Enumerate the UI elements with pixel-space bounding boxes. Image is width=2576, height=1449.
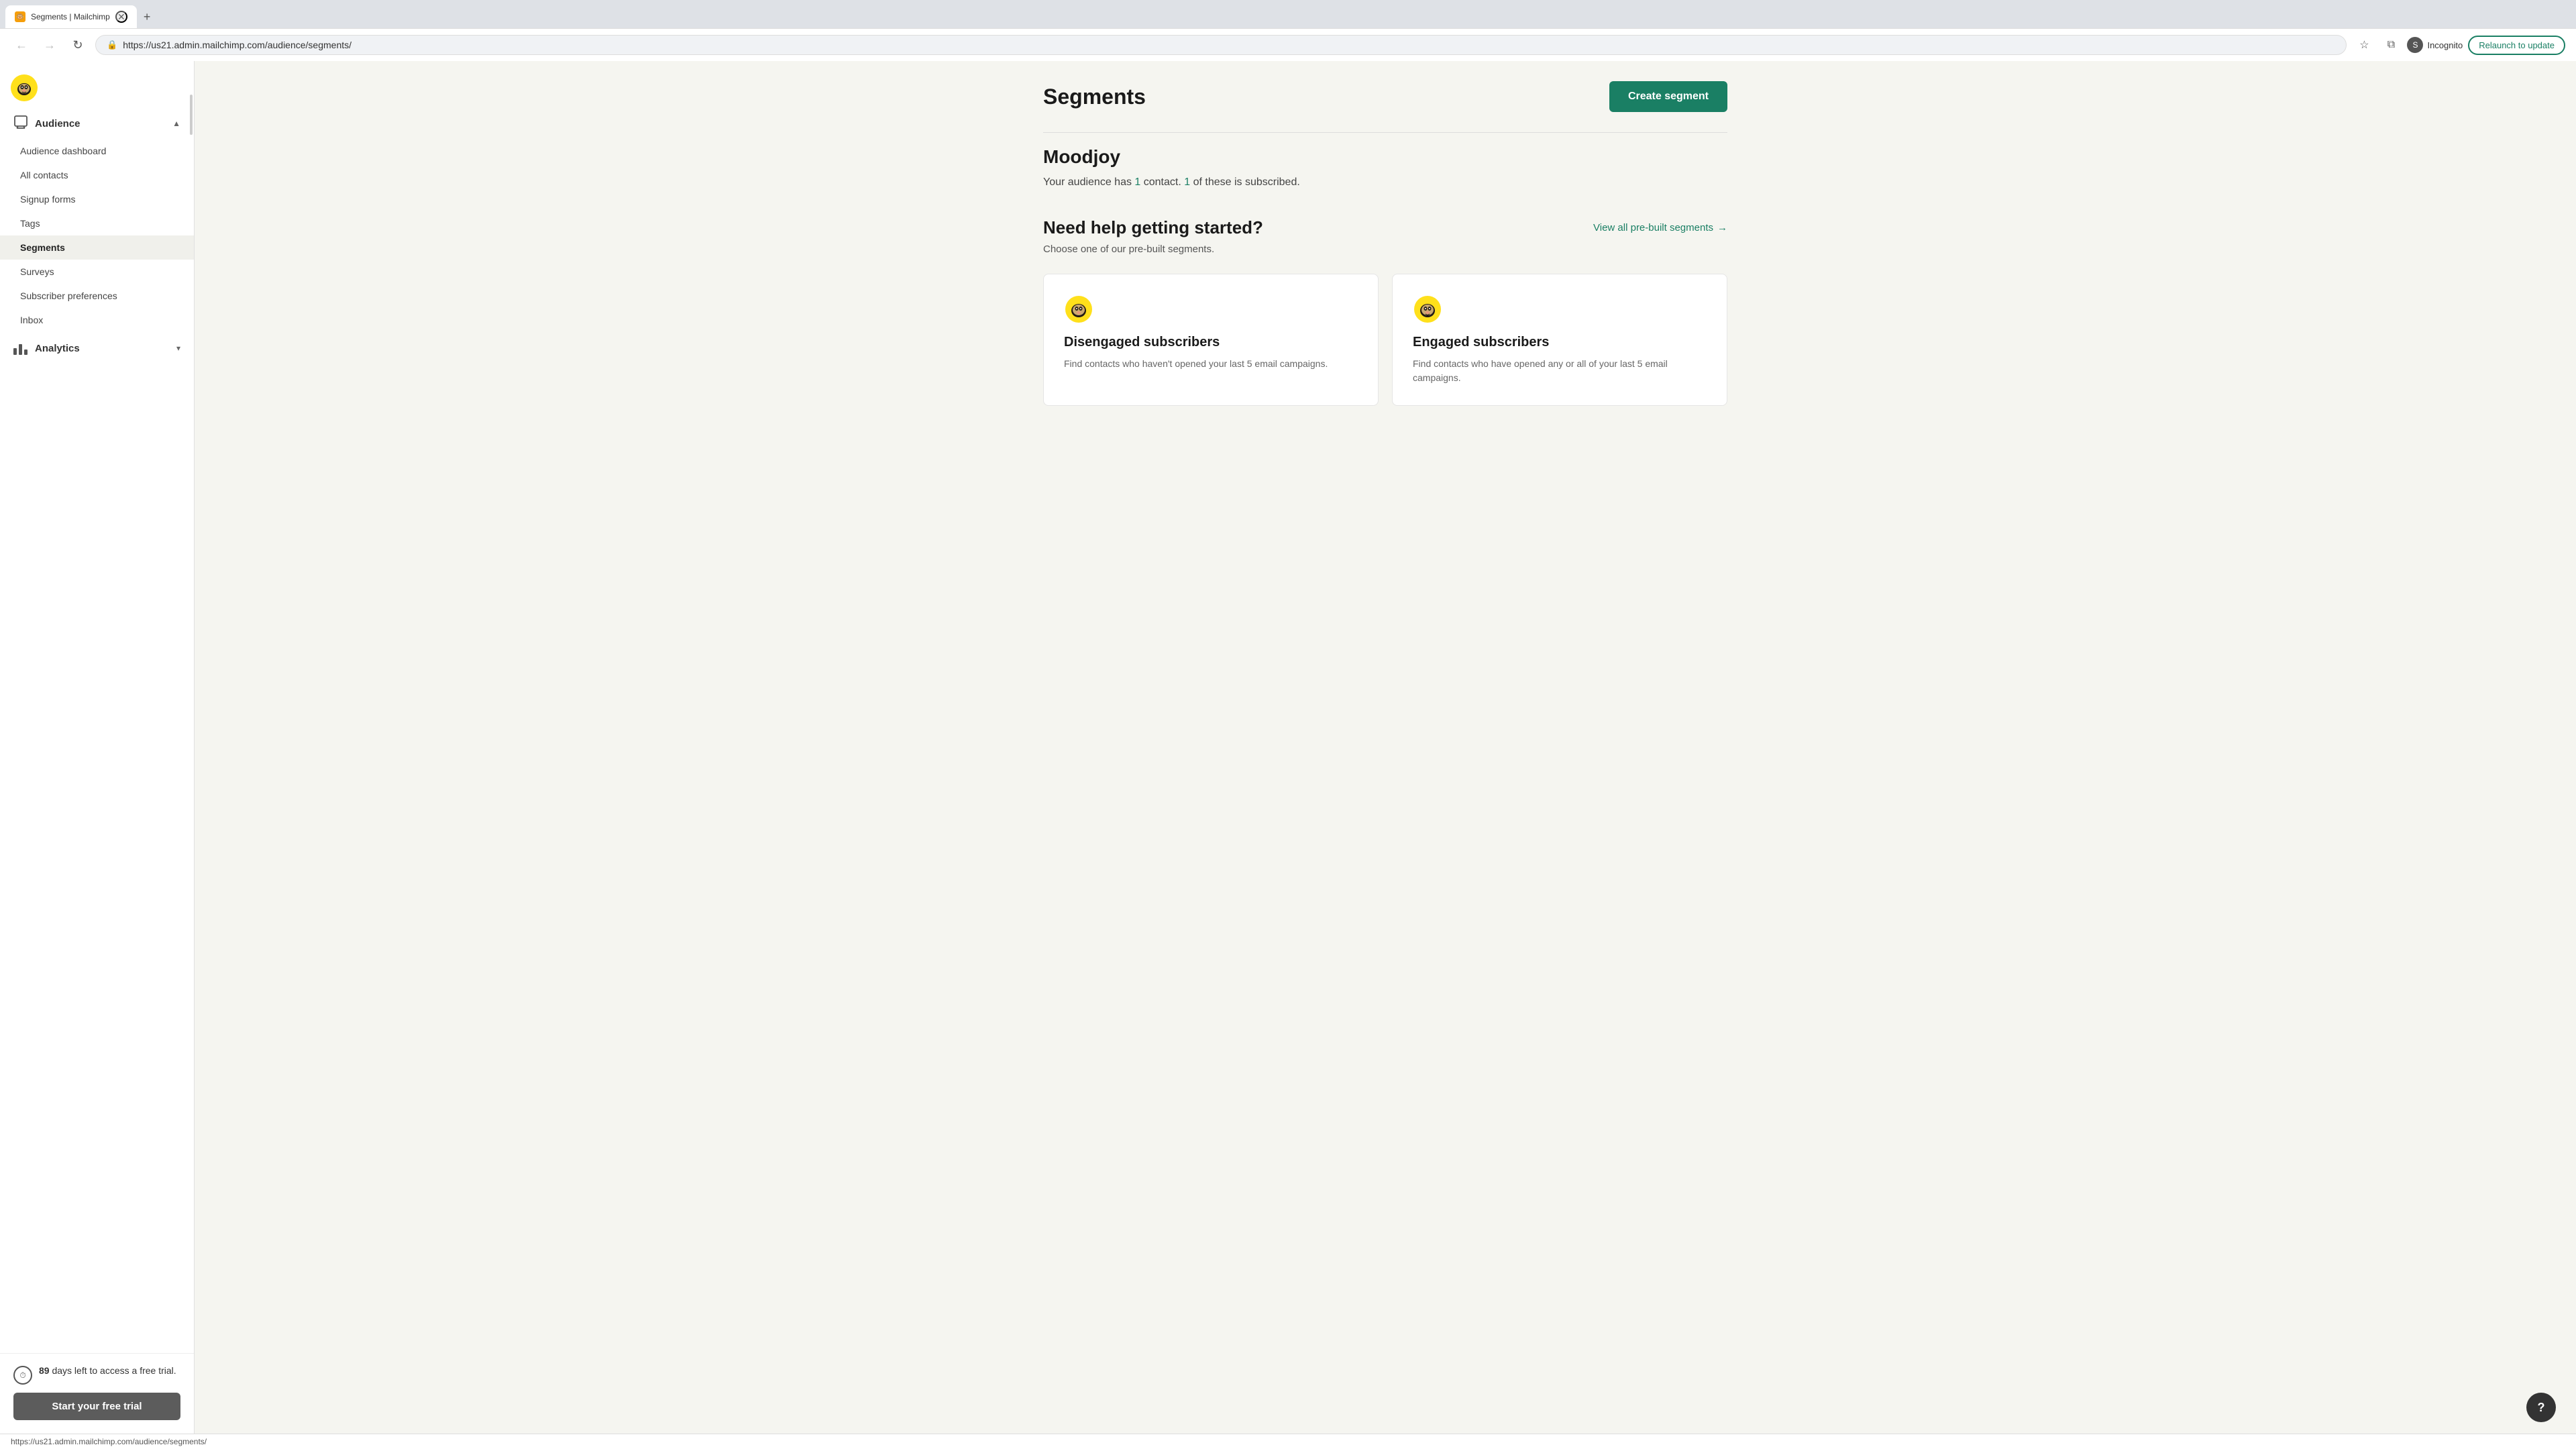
page-header: Segments Create segment <box>1043 81 1727 112</box>
lock-icon: 🔒 <box>107 40 117 50</box>
segment-card-engaged[interactable]: Engaged subscribers Find contacts who ha… <box>1392 274 1727 406</box>
header-divider <box>1043 132 1727 133</box>
extensions-button[interactable]: ⧉ <box>2380 34 2402 56</box>
refresh-button[interactable]: ↻ <box>67 34 89 56</box>
audience-name: Moodjoy <box>1043 146 1727 168</box>
trial-text: 89 days left to access a free trial. <box>39 1364 176 1378</box>
view-all-label: View all pre-built segments <box>1593 222 1713 233</box>
engaged-card-icon <box>1413 294 1442 324</box>
tab-title: Segments | Mailchimp <box>31 12 110 21</box>
help-section: Need help getting started? View all pre-… <box>1043 217 1727 406</box>
audience-chevron-icon: ▲ <box>172 119 180 128</box>
audience-icon <box>13 115 28 132</box>
nav-actions: ☆ ⧉ S Incognito Relaunch to update <box>2353 34 2565 56</box>
browser-chrome: 🐵 Segments | Mailchimp ✕ + ← → ↻ 🔒 ☆ ⧉ S… <box>0 0 2576 61</box>
sidebar-item-segments[interactable]: Segments <box>0 235 194 260</box>
sidebar-scroll: Audience ▲ Audience dashboard All contac… <box>0 108 194 1353</box>
sidebar: Audience ▲ Audience dashboard All contac… <box>0 61 195 1434</box>
audience-description: Your audience has 1 contact. 1 of these … <box>1043 174 1727 191</box>
main-content: Segments Create segment Moodjoy Your aud… <box>195 61 2576 1434</box>
page-title: Segments <box>1043 85 1146 109</box>
bookmark-button[interactable]: ☆ <box>2353 34 2375 56</box>
app: Audience ▲ Audience dashboard All contac… <box>0 61 2576 1434</box>
tab-bar: 🐵 Segments | Mailchimp ✕ + <box>0 0 2576 28</box>
status-bar: https://us21.admin.mailchimp.com/audienc… <box>0 1434 2576 1449</box>
contact-count-link[interactable]: 1 <box>1134 176 1140 188</box>
sidebar-section-audience: Audience ▲ Audience dashboard All contac… <box>0 108 194 332</box>
engaged-card-title: Engaged subscribers <box>1413 335 1707 350</box>
view-all-link[interactable]: View all pre-built segments → <box>1593 222 1727 233</box>
incognito-badge: S Incognito <box>2407 37 2463 53</box>
sidebar-item-signup-forms[interactable]: Signup forms <box>0 187 194 211</box>
incognito-label: Incognito <box>2427 40 2463 50</box>
audience-section-header[interactable]: Audience ▲ <box>0 108 194 139</box>
segment-cards: Disengaged subscribers Find contacts who… <box>1043 274 1727 406</box>
new-tab-button[interactable]: + <box>138 6 156 28</box>
engaged-card-desc: Find contacts who have opened any or all… <box>1413 357 1707 385</box>
analytics-icon <box>13 341 28 355</box>
sidebar-item-audience-dashboard[interactable]: Audience dashboard <box>0 139 194 163</box>
sidebar-items-audience: Audience dashboard All contacts Signup f… <box>0 139 194 332</box>
incognito-icon: S <box>2407 37 2423 53</box>
help-section-title: Need help getting started? <box>1043 217 1263 238</box>
trial-section: ⏱ 89 days left to access a free trial. S… <box>0 1353 194 1434</box>
analytics-section-header[interactable]: Analytics ▾ <box>0 335 194 362</box>
sidebar-item-inbox[interactable]: Inbox <box>0 308 194 332</box>
sidebar-scroll-indicator <box>190 95 193 135</box>
trial-info: ⏱ 89 days left to access a free trial. <box>13 1364 180 1385</box>
tab-close-button[interactable]: ✕ <box>115 11 127 23</box>
sidebar-item-all-contacts[interactable]: All contacts <box>0 163 194 187</box>
start-trial-button[interactable]: Start your free trial <box>13 1393 180 1420</box>
url-input[interactable] <box>123 40 2335 50</box>
sidebar-item-surveys[interactable]: Surveys <box>0 260 194 284</box>
nav-bar: ← → ↻ 🔒 ☆ ⧉ S Incognito Relaunch to upda… <box>0 28 2576 61</box>
disengaged-card-icon <box>1064 294 1093 324</box>
active-tab[interactable]: 🐵 Segments | Mailchimp ✕ <box>5 5 137 28</box>
forward-button[interactable]: → <box>39 34 60 56</box>
audience-desc-suffix: of these is subscribed. <box>1190 176 1300 188</box>
address-bar[interactable]: 🔒 <box>95 35 2347 55</box>
relaunch-button[interactable]: Relaunch to update <box>2468 36 2565 55</box>
disengaged-card-desc: Find contacts who haven't opened your la… <box>1064 357 1358 371</box>
view-all-arrow-icon: → <box>1717 222 1727 233</box>
status-url: https://us21.admin.mailchimp.com/audienc… <box>11 1437 207 1446</box>
help-header: Need help getting started? View all pre-… <box>1043 217 1727 238</box>
trial-message: days left to access a free trial. <box>52 1365 176 1376</box>
tab-favicon: 🐵 <box>15 11 25 22</box>
analytics-section-title: Analytics <box>13 341 80 355</box>
main-inner: Segments Create segment Moodjoy Your aud… <box>1016 61 1754 453</box>
disengaged-card-title: Disengaged subscribers <box>1064 335 1358 350</box>
subscribed-count-link[interactable]: 1 <box>1184 176 1190 188</box>
back-button[interactable]: ← <box>11 34 32 56</box>
audience-desc-prefix: Your audience has <box>1043 176 1134 188</box>
audience-section-title: Audience <box>13 115 80 132</box>
trial-clock-icon: ⏱ <box>13 1366 32 1385</box>
sidebar-header <box>0 61 194 108</box>
create-segment-button[interactable]: Create segment <box>1609 81 1727 112</box>
sidebar-section-analytics: Analytics ▾ <box>0 335 194 362</box>
sidebar-item-tags[interactable]: Tags <box>0 211 194 235</box>
help-fab-button[interactable]: ? <box>2526 1393 2556 1422</box>
analytics-chevron-icon: ▾ <box>176 343 180 353</box>
audience-desc-middle: contact. <box>1140 176 1184 188</box>
mailchimp-logo[interactable] <box>11 74 38 101</box>
trial-days: 89 <box>39 1365 50 1376</box>
segment-card-disengaged[interactable]: Disengaged subscribers Find contacts who… <box>1043 274 1379 406</box>
sidebar-item-subscriber-preferences[interactable]: Subscriber preferences <box>0 284 194 308</box>
help-description: Choose one of our pre-built segments. <box>1043 244 1727 255</box>
analytics-section-label: Analytics <box>35 343 80 354</box>
audience-section-label: Audience <box>35 118 80 129</box>
